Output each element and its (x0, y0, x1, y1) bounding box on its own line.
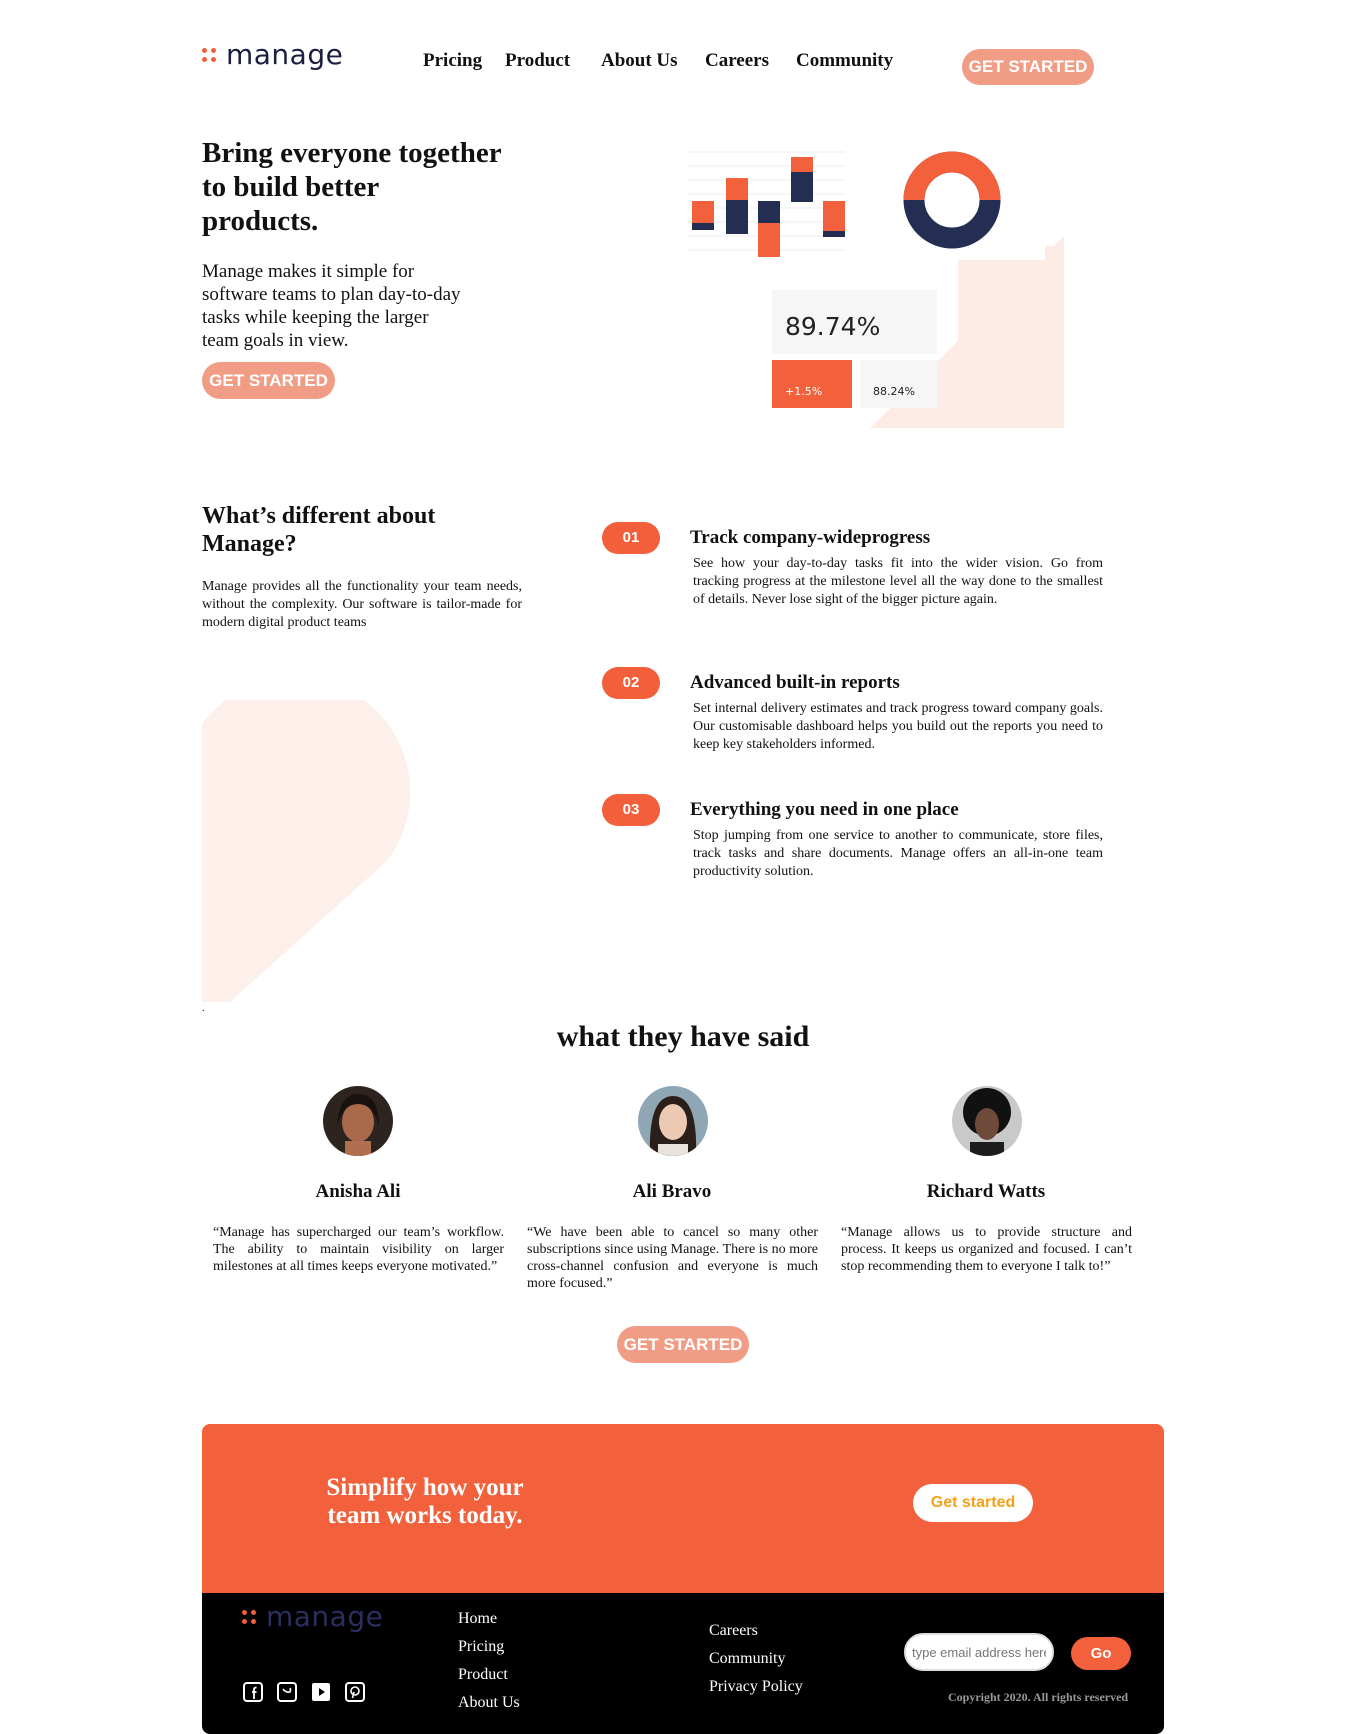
nav-link-product[interactable]: Product (505, 50, 570, 72)
email-input[interactable] (904, 1633, 1054, 1671)
metric-change-card (772, 360, 852, 408)
feature-description: Stop jumping from one service to another… (693, 828, 1103, 879)
feature-title: Track company-wideprogress (690, 527, 931, 548)
nav-link-community[interactable]: Community (796, 50, 893, 72)
different-description: Manage provides all the functionality yo… (202, 579, 522, 630)
get-started-button[interactable]: GET STARTED (962, 49, 1094, 85)
brand-logo[interactable]: manage (202, 38, 352, 76)
logo-wordmark: manage (266, 1600, 384, 1633)
metric-secondary: 88.24% (873, 385, 915, 398)
testimonial-quote: “Manage allows us to provide structure a… (841, 1225, 1132, 1274)
footer-link-product[interactable]: Product (458, 1666, 508, 1684)
go-button[interactable]: Go (1071, 1637, 1131, 1670)
testimonial-name: Anisha Ali (315, 1181, 401, 1202)
footer-link-about[interactable]: About Us (458, 1694, 520, 1712)
stray-dot: . (202, 1003, 205, 1014)
feature-number-badge: 02 (602, 667, 660, 699)
nav-link-about[interactable]: About Us (601, 50, 678, 72)
testimonial-name: Richard Watts (926, 1181, 1046, 1202)
hero-illustration: 89.74% +1.5% 88.24% (675, 138, 1065, 430)
feature-description: Set internal delivery estimates and trac… (693, 701, 1103, 752)
footer-link-community[interactable]: Community (709, 1650, 785, 1668)
decorative-shape (202, 676, 424, 1002)
feature-description: See how your day-to-day tasks fit into t… (693, 556, 1103, 607)
metric-main: 89.74% (785, 312, 880, 341)
logo-wordmark: manage (226, 38, 344, 71)
logo-mark-icon (202, 48, 218, 66)
pinterest-icon[interactable] (345, 1682, 365, 1702)
cta-title: Simplify how your team works today. (326, 1474, 524, 1529)
illustration-bg-block (958, 246, 1064, 428)
different-title: What’s different about Manage? (202, 503, 436, 557)
youtube-icon[interactable] (311, 1682, 331, 1702)
feature-number-badge: 01 (602, 522, 660, 554)
avatar (952, 1086, 1022, 1156)
metric-secondary-card (860, 360, 937, 408)
feature-title: Everything you need in one place (690, 799, 959, 820)
hero-get-started-button[interactable]: GET STARTED (202, 362, 335, 399)
footer-logo[interactable]: manage (242, 1600, 392, 1638)
nav-link-careers[interactable]: Careers (705, 50, 769, 72)
avatar (323, 1086, 393, 1156)
feature-title: Advanced built-in reports (690, 672, 900, 693)
testimonial-quote: “We have been able to cancel so many oth… (527, 1225, 818, 1291)
testimonial-name: Ali Bravo (632, 1181, 712, 1202)
metric-change: +1.5% (785, 385, 822, 398)
twitter-icon[interactable] (277, 1682, 297, 1702)
avatar (638, 1086, 708, 1156)
testimonials-title: what they have said (556, 1020, 810, 1053)
feature-number-badge: 03 (602, 794, 660, 826)
hero-title: Bring everyone together to build better … (202, 137, 502, 237)
footer-link-pricing[interactable]: Pricing (458, 1638, 504, 1656)
footer-link-careers[interactable]: Careers (709, 1622, 758, 1640)
footer-link-home[interactable]: Home (458, 1610, 497, 1628)
facebook-icon[interactable] (243, 1682, 263, 1702)
logo-mark-icon (242, 1610, 258, 1628)
nav-link-pricing[interactable]: Pricing (423, 50, 482, 72)
testimonials-get-started-button[interactable]: GET STARTED (617, 1326, 749, 1363)
dashboard-illustration: 89.74% +1.5% 88.24% (675, 138, 1064, 428)
copyright-text: Copyright 2020. All rights reserved (948, 1690, 1129, 1704)
cta-get-started-button[interactable]: Get started (913, 1484, 1033, 1522)
testimonial-quote: “Manage has supercharged our team’s work… (213, 1225, 504, 1274)
footer-link-privacy[interactable]: Privacy Policy (709, 1678, 803, 1696)
hero-description: Manage makes it simple for software team… (202, 261, 461, 351)
